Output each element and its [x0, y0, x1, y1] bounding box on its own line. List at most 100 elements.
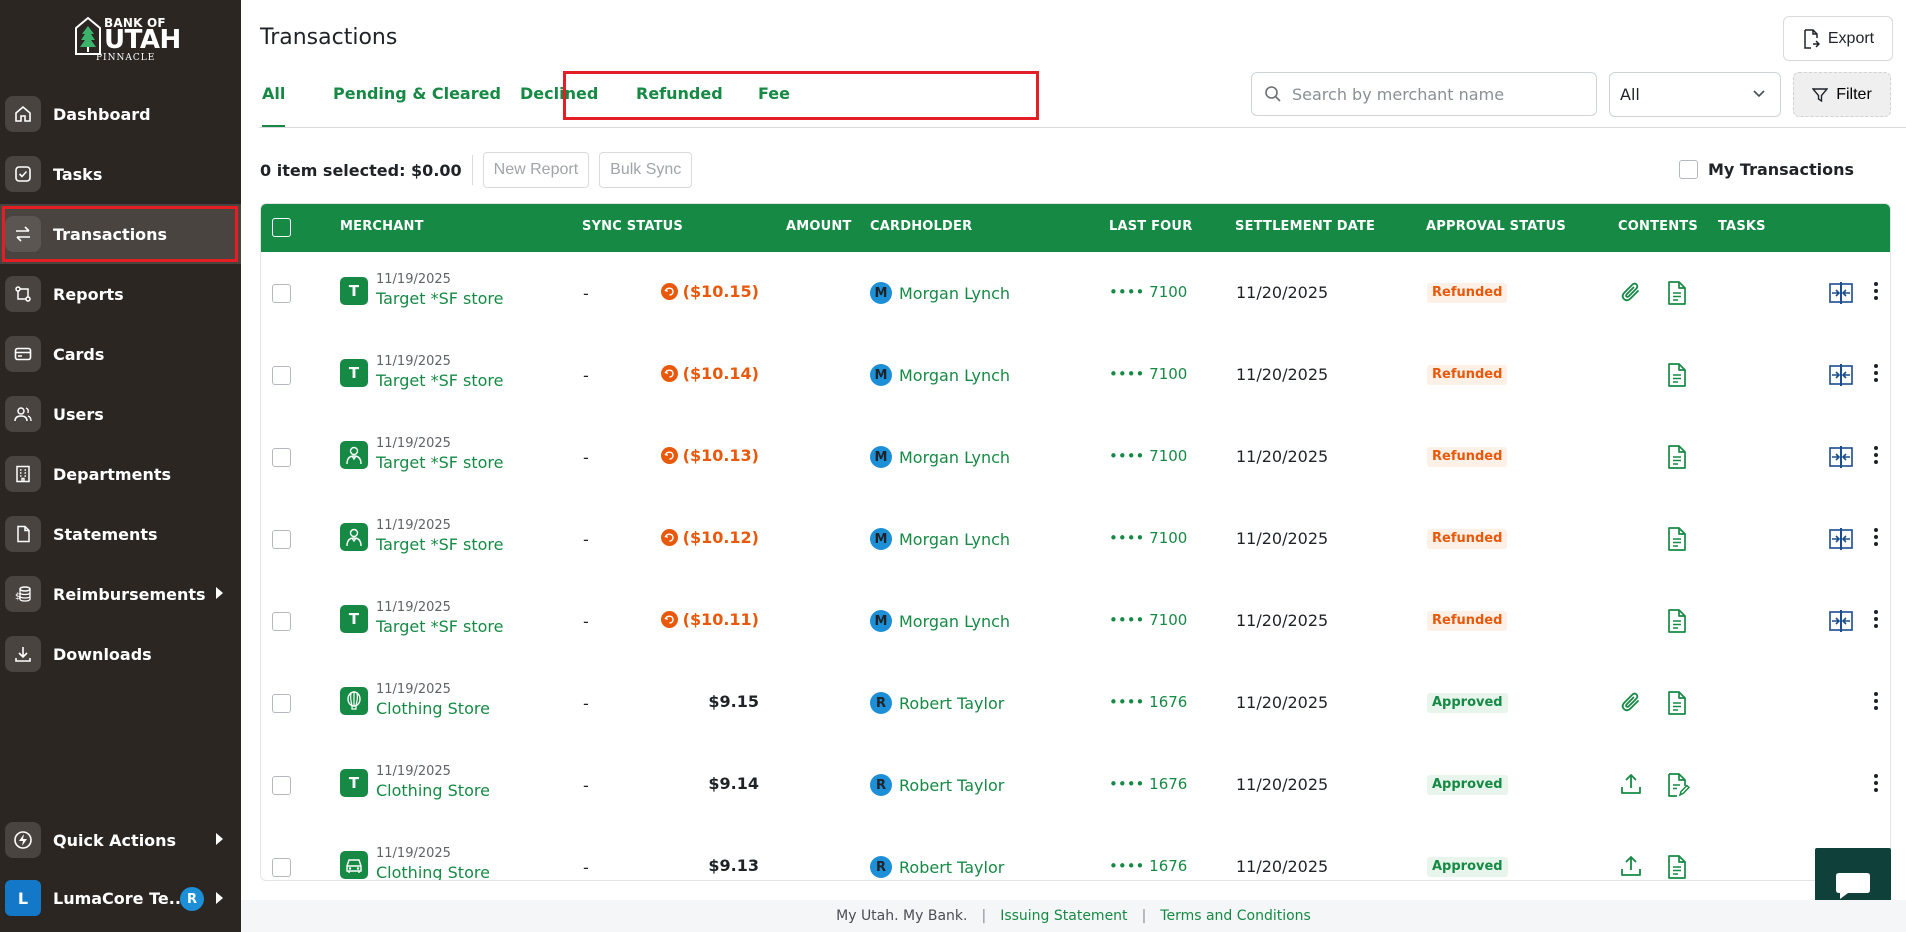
cardholder-cell[interactable]: R Robert Taylor	[870, 774, 1004, 796]
receipt-document-icon[interactable]	[1666, 280, 1688, 310]
merchant-cell[interactable]: T 11/19/2025 Target *SF store	[340, 272, 504, 310]
col-approval-status[interactable]: APPROVAL STATUS	[1426, 219, 1566, 234]
receipt-document-icon[interactable]	[1666, 690, 1688, 720]
sidebar-item-tasks[interactable]: Tasks	[0, 144, 241, 204]
terms-link[interactable]: Terms and Conditions	[1160, 908, 1311, 924]
more-options-icon[interactable]	[1873, 280, 1879, 306]
table-row[interactable]: T 11/19/2025 Target *SF store - ($10.11) M Mor…	[261, 580, 1890, 662]
user-avatar[interactable]: R	[180, 887, 204, 911]
merchant-name[interactable]: Target *SF store	[376, 288, 504, 310]
merchant-name[interactable]: Target *SF store	[376, 616, 504, 638]
row-checkbox-cell[interactable]	[272, 858, 291, 877]
merchant-name[interactable]: Clothing Store	[376, 698, 490, 720]
cardholder-cell[interactable]: R Robert Taylor	[870, 692, 1004, 714]
merchant-cell[interactable]: 11/19/2025 Target *SF store	[340, 518, 504, 556]
merchant-search[interactable]	[1251, 72, 1597, 116]
filter-button[interactable]: Filter	[1793, 72, 1891, 117]
cardholder-cell[interactable]: R Robert Taylor	[870, 856, 1004, 878]
cardholder-cell[interactable]: M Morgan Lynch	[870, 610, 1010, 632]
select-all-cell[interactable]	[272, 218, 291, 237]
more-options-icon[interactable]	[1873, 362, 1879, 388]
edit-document-icon[interactable]	[1666, 772, 1691, 802]
cardholder-cell[interactable]: M Morgan Lynch	[870, 364, 1010, 386]
merchant-cell[interactable]: T 11/19/2025 Target *SF store	[340, 600, 504, 638]
cardholder-name[interactable]: Morgan Lynch	[899, 612, 1010, 631]
sidebar-item-cards[interactable]: Cards	[0, 324, 241, 384]
merchant-name[interactable]: Clothing Store	[376, 780, 490, 802]
select-all-checkbox[interactable]	[272, 218, 291, 237]
upload-receipt-icon[interactable]	[1619, 854, 1643, 880]
compare-icon[interactable]	[1829, 610, 1853, 636]
tab-pending-cleared[interactable]: Pending & Cleared	[333, 76, 501, 128]
row-checkbox-cell[interactable]	[272, 694, 291, 713]
compare-icon[interactable]	[1829, 528, 1853, 554]
more-options-icon[interactable]	[1873, 608, 1879, 634]
compare-icon[interactable]	[1829, 364, 1853, 390]
cardholder-name[interactable]: Morgan Lynch	[899, 530, 1010, 549]
team-switcher[interactable]: L LumaCore Te... R	[0, 874, 241, 922]
row-checkbox-cell[interactable]	[272, 776, 291, 795]
compare-icon[interactable]	[1829, 282, 1853, 308]
row-checkbox-cell[interactable]	[272, 448, 291, 467]
col-amount[interactable]: AMOUNT	[786, 219, 852, 234]
row-checkbox[interactable]	[272, 284, 291, 303]
more-options-icon[interactable]	[1873, 526, 1879, 552]
more-options-icon[interactable]	[1873, 444, 1879, 470]
paperclip-icon[interactable]	[1619, 280, 1643, 308]
row-checkbox[interactable]	[272, 858, 291, 877]
search-input[interactable]	[1292, 84, 1582, 104]
merchant-name[interactable]: Target *SF store	[376, 534, 504, 556]
col-settlement-date[interactable]: SETTLEMENT DATE	[1235, 219, 1375, 234]
sidebar-item-departments[interactable]: Departments	[0, 444, 241, 504]
sidebar-item-reports[interactable]: Reports	[0, 264, 241, 324]
quick-actions[interactable]: Quick Actions	[0, 810, 241, 870]
table-row[interactable]: 11/19/2025 Clothing Store - $9.13 R Robert Ta…	[261, 826, 1890, 880]
paperclip-icon[interactable]	[1619, 690, 1643, 718]
tab-declined[interactable]: Declined	[520, 76, 598, 128]
table-row[interactable]: 11/19/2025 Target *SF store - ($10.13) M Morg…	[261, 416, 1890, 498]
row-checkbox[interactable]	[272, 530, 291, 549]
sidebar-item-downloads[interactable]: Downloads	[0, 624, 241, 684]
merchant-cell[interactable]: 11/19/2025 Target *SF store	[340, 436, 504, 474]
row-checkbox[interactable]	[272, 612, 291, 631]
merchant-name[interactable]: Target *SF store	[376, 370, 504, 392]
cardholder-name[interactable]: Robert Taylor	[899, 858, 1004, 877]
sidebar-item-reimbursements[interactable]: $ Reimbursements	[0, 564, 241, 624]
upload-receipt-icon[interactable]	[1619, 772, 1643, 800]
table-row[interactable]: 11/19/2025 Target *SF store - ($10.12) M Morg…	[261, 498, 1890, 580]
col-cardholder[interactable]: CARDHOLDER	[870, 219, 972, 234]
sidebar-item-dashboard[interactable]: Dashboard	[0, 84, 241, 144]
row-checkbox[interactable]	[272, 694, 291, 713]
table-row[interactable]: T 11/19/2025 Target *SF store - ($10.15) M Mor…	[261, 252, 1890, 334]
new-report-button[interactable]: New Report	[482, 152, 590, 188]
bank-logo[interactable]: BANK OF UTAH PINNACLE	[74, 14, 181, 64]
merchant-name[interactable]: Target *SF store	[376, 452, 504, 474]
receipt-document-icon[interactable]	[1666, 526, 1688, 556]
merchant-cell[interactable]: 11/19/2025 Clothing Store	[340, 682, 490, 720]
row-checkbox-cell[interactable]	[272, 366, 291, 385]
receipt-document-icon[interactable]	[1666, 362, 1688, 392]
more-options-icon[interactable]	[1873, 772, 1879, 798]
issuing-statement-link[interactable]: Issuing Statement	[1000, 908, 1127, 924]
sidebar-item-users[interactable]: Users	[0, 384, 241, 444]
row-checkbox-cell[interactable]	[272, 284, 291, 303]
merchant-cell[interactable]: T 11/19/2025 Target *SF store	[340, 354, 504, 392]
row-checkbox[interactable]	[272, 776, 291, 795]
cardholder-name[interactable]: Morgan Lynch	[899, 448, 1010, 467]
row-checkbox-cell[interactable]	[272, 612, 291, 631]
bulk-sync-button[interactable]: Bulk Sync	[599, 152, 693, 188]
cardholder-cell[interactable]: M Morgan Lynch	[870, 528, 1010, 550]
tab-refunded[interactable]: Refunded	[636, 76, 723, 128]
receipt-document-icon[interactable]	[1666, 444, 1688, 474]
cardholder-name[interactable]: Robert Taylor	[899, 776, 1004, 795]
compare-icon[interactable]	[1829, 446, 1853, 472]
cardholder-name[interactable]: Morgan Lynch	[899, 366, 1010, 385]
cardholder-cell[interactable]: M Morgan Lynch	[870, 446, 1010, 468]
tab-all[interactable]: All	[262, 76, 286, 128]
receipt-document-icon[interactable]	[1666, 854, 1688, 880]
row-checkbox[interactable]	[272, 366, 291, 385]
receipt-document-icon[interactable]	[1666, 608, 1688, 638]
col-merchant[interactable]: MERCHANT	[340, 219, 424, 234]
col-sync-status[interactable]: SYNC STATUS	[582, 219, 683, 234]
table-row[interactable]: T 11/19/2025 Target *SF store - ($10.14) M Mor…	[261, 334, 1890, 416]
